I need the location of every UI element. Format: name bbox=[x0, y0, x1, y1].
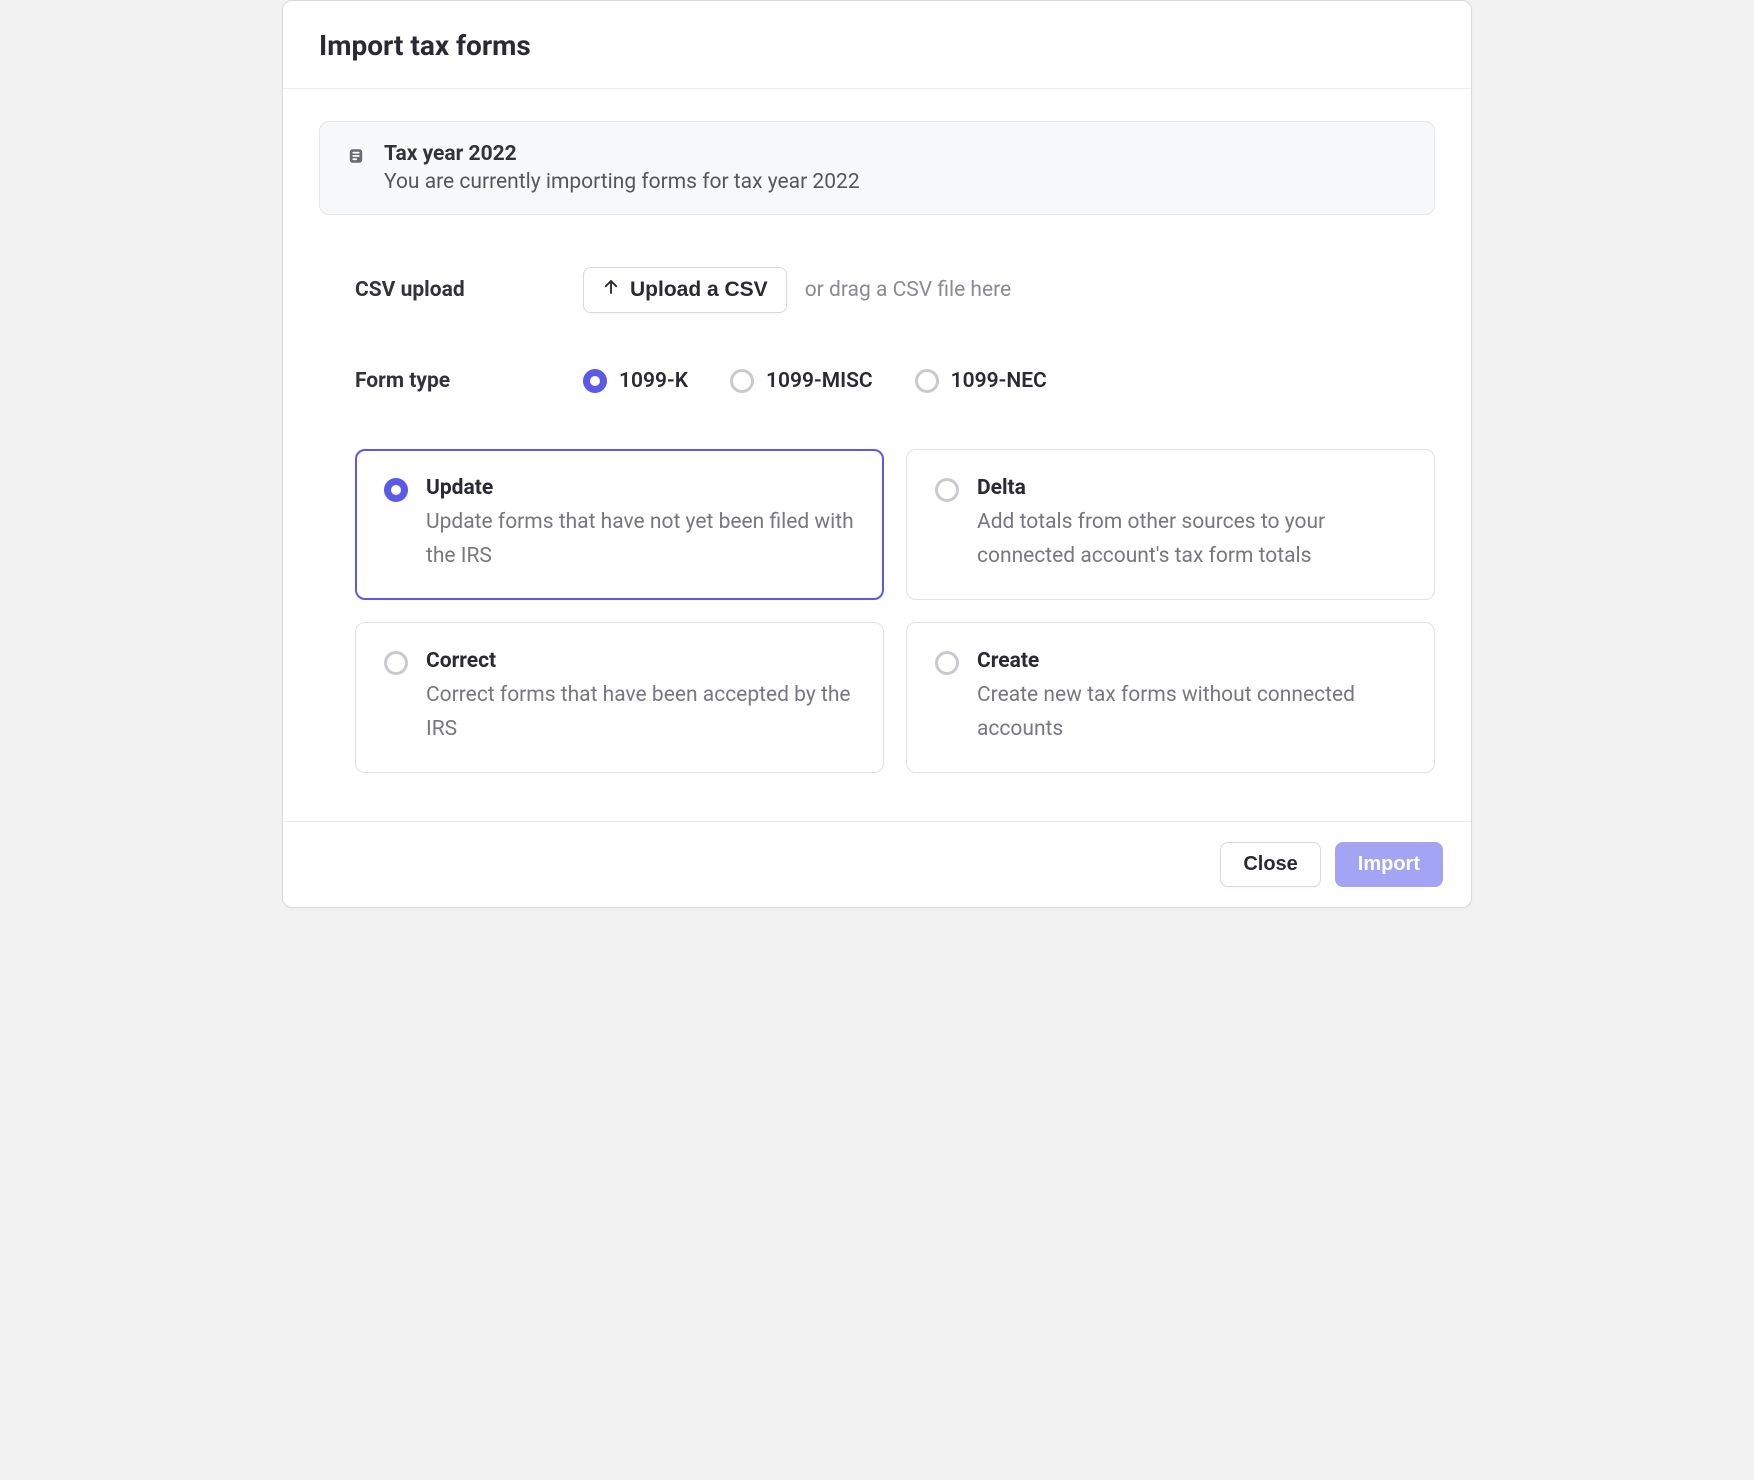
modal-header: Import tax forms bbox=[283, 1, 1471, 89]
import-tax-forms-modal: Import tax forms Tax year 2022 You are c… bbox=[282, 0, 1472, 908]
import-mode-cards: Update Update forms that have not yet be… bbox=[319, 449, 1435, 773]
modal-footer: Close Import bbox=[283, 821, 1471, 907]
radio-icon bbox=[384, 651, 408, 675]
modal-body: Tax year 2022 You are currently importin… bbox=[283, 89, 1471, 821]
form-type-option-1099-misc[interactable]: 1099-MISC bbox=[730, 369, 873, 393]
card-title: Correct bbox=[426, 649, 855, 673]
card-title: Create bbox=[977, 649, 1406, 673]
csv-upload-group: Upload a CSV or drag a CSV file here bbox=[583, 267, 1011, 313]
form-type-option-label: 1099-NEC bbox=[951, 369, 1047, 393]
info-icon bbox=[346, 146, 366, 166]
tax-year-notice: Tax year 2022 You are currently importin… bbox=[319, 121, 1435, 215]
import-mode-card-delta[interactable]: Delta Add totals from other sources to y… bbox=[906, 449, 1435, 600]
form-type-option-1099-nec[interactable]: 1099-NEC bbox=[915, 369, 1047, 393]
form-type-option-label: 1099-MISC bbox=[766, 369, 873, 393]
radio-icon bbox=[935, 478, 959, 502]
upload-csv-button[interactable]: Upload a CSV bbox=[583, 267, 787, 313]
card-title: Delta bbox=[977, 476, 1406, 500]
form-type-option-label: 1099-K bbox=[619, 369, 688, 393]
card-text: Correct Correct forms that have been acc… bbox=[426, 649, 855, 746]
radio-icon bbox=[935, 651, 959, 675]
upload-csv-button-label: Upload a CSV bbox=[630, 278, 768, 302]
card-desc: Correct forms that have been accepted by… bbox=[426, 679, 855, 746]
radio-icon bbox=[915, 369, 939, 393]
card-text: Delta Add totals from other sources to y… bbox=[977, 476, 1406, 573]
radio-icon bbox=[583, 369, 607, 393]
close-button[interactable]: Close bbox=[1220, 842, 1320, 887]
import-mode-card-update[interactable]: Update Update forms that have not yet be… bbox=[355, 449, 884, 600]
import-mode-card-create[interactable]: Create Create new tax forms without conn… bbox=[906, 622, 1435, 773]
notice-title: Tax year 2022 bbox=[384, 142, 860, 166]
notice-subtitle: You are currently importing forms for ta… bbox=[384, 170, 860, 194]
card-desc: Update forms that have not yet been file… bbox=[426, 506, 855, 573]
form-type-label: Form type bbox=[319, 369, 583, 393]
notice-text: Tax year 2022 You are currently importin… bbox=[384, 142, 860, 194]
card-desc: Create new tax forms without connected a… bbox=[977, 679, 1406, 746]
radio-icon bbox=[730, 369, 754, 393]
radio-icon bbox=[384, 478, 408, 502]
import-button[interactable]: Import bbox=[1335, 842, 1443, 887]
upload-arrow-icon bbox=[602, 278, 620, 302]
csv-upload-row: CSV upload Upload a CSV or drag a CSV fi… bbox=[319, 267, 1435, 313]
form-type-options: 1099-K 1099-MISC 1099-NEC bbox=[583, 369, 1047, 393]
form-type-row: Form type 1099-K 1099-MISC 1099-NEC bbox=[319, 369, 1435, 393]
csv-upload-label: CSV upload bbox=[319, 278, 583, 302]
modal-title: Import tax forms bbox=[319, 29, 1435, 62]
card-desc: Add totals from other sources to your co… bbox=[977, 506, 1406, 573]
import-mode-card-correct[interactable]: Correct Correct forms that have been acc… bbox=[355, 622, 884, 773]
csv-upload-hint: or drag a CSV file here bbox=[805, 278, 1011, 302]
card-text: Update Update forms that have not yet be… bbox=[426, 476, 855, 573]
form-type-option-1099-k[interactable]: 1099-K bbox=[583, 369, 688, 393]
card-title: Update bbox=[426, 476, 855, 500]
card-text: Create Create new tax forms without conn… bbox=[977, 649, 1406, 746]
